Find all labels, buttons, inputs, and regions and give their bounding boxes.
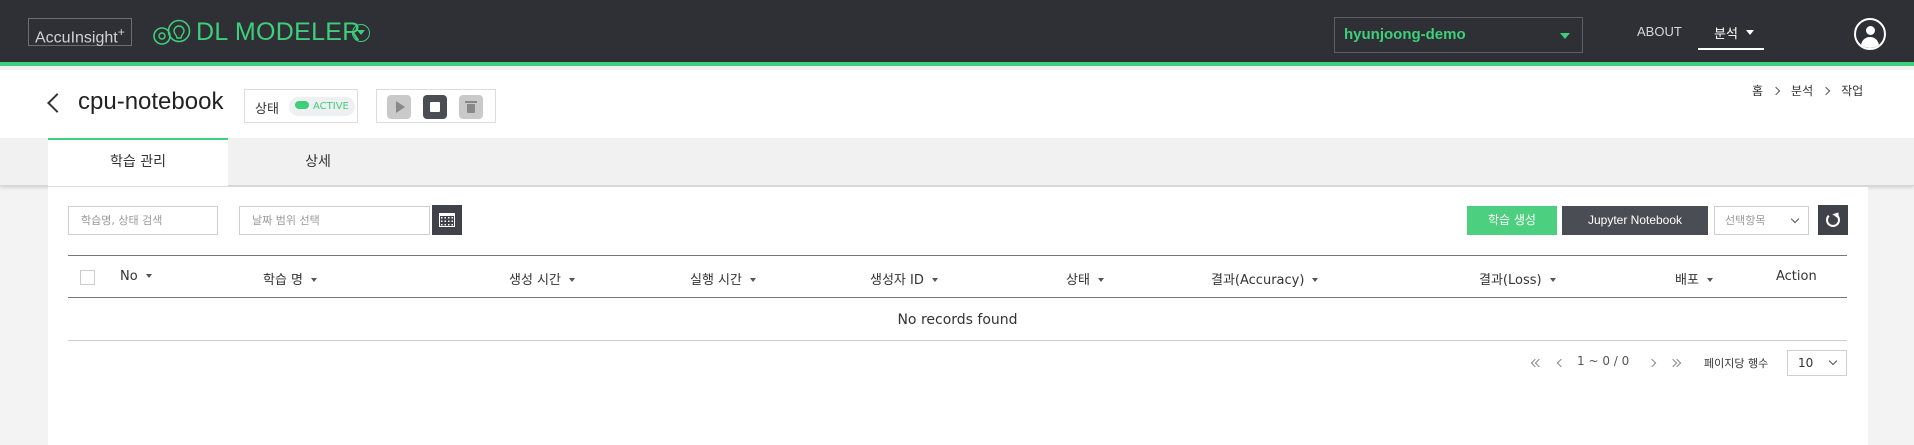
last-page-icon[interactable]: [1668, 358, 1682, 368]
project-select-value: hyunjoong-demo: [1344, 26, 1466, 43]
rows-per-page-value: 10: [1798, 356, 1814, 370]
table-header: No 학습 명 생성 시간 실행 시간 생성자 ID 상태 결과(Accurac…: [68, 256, 1847, 298]
sort-icon: [1312, 278, 1319, 282]
date-range-input[interactable]: 날짜 범위 선택: [239, 206, 430, 235]
column-header-created-time[interactable]: 생성 시간: [509, 269, 575, 288]
status-badge: ACTIVE: [289, 97, 355, 116]
sort-icon: [749, 278, 756, 282]
column-header-loss[interactable]: 결과(Loss): [1479, 269, 1556, 288]
sort-icon: [311, 278, 318, 282]
product-menu-chevron-icon[interactable]: [352, 24, 370, 42]
brand-logo[interactable]: AccuInsight+: [28, 18, 132, 46]
select-all-checkbox[interactable]: [80, 270, 95, 285]
chevron-down-icon: [1790, 214, 1800, 224]
column-header-no[interactable]: No: [120, 269, 152, 284]
project-select[interactable]: hyunjoong-demo: [1334, 17, 1583, 53]
status-label: 상태: [255, 102, 279, 117]
column-header-deploy[interactable]: 배포: [1675, 269, 1713, 288]
calendar-button[interactable]: [432, 205, 462, 235]
product-logo-icon: [153, 19, 191, 45]
column-header-run-time[interactable]: 실행 시간: [690, 269, 756, 288]
sort-icon: [568, 278, 575, 282]
brand-suffix: +: [117, 25, 125, 39]
nav-analysis-menu[interactable]: 분석: [1698, 20, 1764, 50]
stop-button[interactable]: [423, 95, 447, 119]
notebook-controls: [376, 89, 496, 123]
column-header-status[interactable]: 상태: [1066, 269, 1104, 288]
sort-icon: [145, 274, 152, 278]
caret-down-icon: [1746, 30, 1754, 35]
breadcrumb-analysis[interactable]: 분석: [1791, 84, 1813, 98]
jupyter-notebook-button[interactable]: Jupyter Notebook: [1562, 206, 1708, 235]
tab-training-management[interactable]: 학습 관리: [48, 138, 228, 186]
tab-bar: 학습 관리 상세: [0, 138, 1914, 186]
nav-analysis-label: 분석: [1714, 27, 1738, 42]
brand-name: AccuInsight: [35, 29, 118, 47]
tab-details[interactable]: 상세: [228, 138, 408, 186]
breadcrumb: 홈 분석 작업: [1752, 82, 1863, 99]
status-indicator: 상태 ACTIVE: [244, 89, 358, 123]
sort-icon: [1706, 278, 1713, 282]
calendar-icon: [439, 213, 455, 227]
user-avatar-icon[interactable]: [1854, 18, 1886, 50]
first-page-icon[interactable]: [1530, 358, 1544, 368]
empty-state-message: No records found: [68, 299, 1847, 341]
column-header-name[interactable]: 학습 명: [263, 269, 318, 288]
breadcrumb-home[interactable]: 홈: [1752, 84, 1763, 98]
search-input[interactable]: 학습명, 상태 검색: [68, 206, 218, 235]
create-training-button[interactable]: 학습 생성: [1467, 206, 1557, 235]
refresh-button[interactable]: [1818, 205, 1848, 235]
rows-per-page-label: 페이지당 행수: [1704, 357, 1769, 370]
nav-about-link[interactable]: ABOUT: [1637, 24, 1682, 39]
top-navigation-bar: AccuInsight+ DL MODELER hyunjoong-demo A…: [0, 0, 1914, 66]
chevron-down-icon: [1828, 356, 1838, 366]
next-page-icon[interactable]: [1647, 358, 1658, 368]
column-header-accuracy[interactable]: 결과(Accuracy): [1211, 269, 1319, 288]
page-title: cpu-notebook: [78, 88, 224, 115]
chevron-right-icon: [1771, 86, 1781, 96]
select-items-dropdown[interactable]: 선택항목: [1714, 206, 1809, 235]
sort-icon: [931, 278, 938, 282]
play-button[interactable]: [387, 95, 411, 119]
chevron-right-icon: [1821, 86, 1831, 96]
training-table: No 학습 명 생성 시간 실행 시간 생성자 ID 상태 결과(Accurac…: [68, 255, 1847, 341]
page-range: 1 ~ 0 / 0: [1577, 354, 1630, 368]
delete-button[interactable]: [459, 95, 483, 119]
toggle-dot-icon: [295, 101, 309, 109]
column-header-creator-id[interactable]: 생성자 ID: [870, 269, 938, 288]
select-items-placeholder: 선택항목: [1725, 214, 1766, 227]
column-header-action: Action: [1776, 269, 1817, 284]
status-badge-text: ACTIVE: [313, 101, 349, 112]
rows-per-page-select[interactable]: 10: [1787, 350, 1847, 376]
sort-icon: [1549, 278, 1556, 282]
previous-page-icon[interactable]: [1555, 358, 1566, 368]
caret-down-icon: [1560, 33, 1570, 39]
sort-icon: [1097, 278, 1104, 282]
breadcrumb-job: 작업: [1841, 84, 1864, 98]
product-name[interactable]: DL MODELER: [196, 16, 361, 48]
refresh-icon: [1826, 213, 1840, 227]
